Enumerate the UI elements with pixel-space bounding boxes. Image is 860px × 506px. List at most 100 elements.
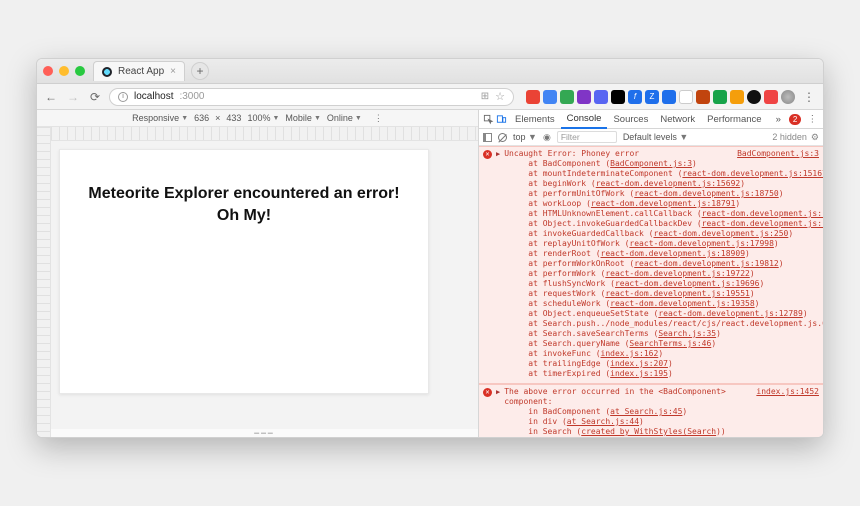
ext-icon[interactable] (662, 90, 676, 104)
stack-link[interactable]: react-dom.development.js:19358 (610, 299, 755, 308)
stack-link[interactable]: BadComponent.js:3 (610, 159, 692, 168)
profile-avatar[interactable] (781, 90, 795, 104)
ext-icon[interactable] (747, 90, 761, 104)
stack-link[interactable]: react-dom.development.js:18750 (634, 189, 779, 198)
ext-icon[interactable] (594, 90, 608, 104)
extension-icons: f Z (526, 90, 795, 104)
menu-icon[interactable]: ⋮ (801, 89, 817, 105)
back-button[interactable]: ← (43, 89, 59, 105)
live-expression-icon[interactable]: ◉ (543, 132, 551, 143)
stack-link[interactable]: react-dom.development.js:19722 (605, 269, 750, 278)
reload-button[interactable]: ⟳ (87, 89, 103, 105)
context-select[interactable]: top ▼ (513, 132, 537, 142)
stack-link[interactable]: react-dom.development.js:17998 (629, 239, 774, 248)
qr-icon[interactable]: ⊞ (481, 91, 489, 102)
tab-close-icon[interactable]: × (170, 66, 176, 77)
ext-icon[interactable] (526, 90, 540, 104)
devtools-tab-network[interactable]: Network (654, 110, 701, 129)
hidden-messages[interactable]: 2 hidden (772, 132, 807, 142)
resize-handle[interactable]: ━━━ (51, 429, 478, 437)
forward-button[interactable]: → (65, 89, 81, 105)
ext-icon[interactable] (679, 90, 693, 104)
stack-link[interactable]: react-dom.development.js:19812 (634, 259, 779, 268)
error-count-badge[interactable]: 2 (789, 114, 801, 125)
viewport-height[interactable]: 433 (226, 113, 241, 123)
tab-strip: React App × + (37, 59, 823, 84)
stack-link[interactable]: SearchTerms.js:46 (629, 339, 711, 348)
stack-link[interactable]: react-dom.development.js:196 (702, 219, 823, 228)
console-settings-icon[interactable]: ⚙ (811, 132, 819, 143)
stack-trace: in BadComponent (at Search.js:45) in div… (483, 407, 819, 437)
stack-link[interactable]: react-dom.development.js:19551 (605, 289, 750, 298)
zoom-window-button[interactable] (75, 66, 85, 76)
zoom-select[interactable]: 100%▼ (247, 113, 279, 123)
devtools-tab-console[interactable]: Console (561, 110, 608, 129)
react-favicon (102, 67, 112, 77)
stack-link[interactable]: at Search.js:45 (610, 407, 682, 416)
inspect-element-icon[interactable] (483, 114, 494, 125)
horizontal-ruler (51, 127, 478, 141)
stack-link[interactable]: react-dom.development.js:250 (654, 229, 789, 238)
stack-trace: at BadComponent (BadComponent.js:3) at m… (483, 159, 819, 379)
device-select[interactable]: Responsive▼ (132, 113, 188, 123)
bookmark-icon[interactable]: ☆ (495, 90, 505, 103)
stack-link[interactable]: react-dom.development.js:12789 (658, 309, 803, 318)
device-mode-panel: Responsive▼ 636 × 433 100%▼ Mobile▼ Onli… (37, 110, 479, 437)
stack-link[interactable]: react-dom.development.js:15167 (682, 169, 823, 178)
ext-icon[interactable] (543, 90, 557, 104)
devtools-more-tabs[interactable]: » (770, 110, 787, 129)
viewport-width[interactable]: 636 (194, 113, 209, 123)
stack-link[interactable]: react-dom.development.js:147 (702, 209, 823, 218)
ext-icon[interactable] (577, 90, 591, 104)
vertical-ruler (37, 127, 51, 437)
stack-link[interactable]: Search.js:35 (658, 329, 716, 338)
devtools-tab-sources[interactable]: Sources (607, 110, 654, 129)
stack-link[interactable]: index.js:195 (610, 369, 668, 378)
source-link[interactable]: index.js:1452 (756, 387, 819, 397)
log-levels-select[interactable]: Default levels ▼ (623, 132, 688, 142)
ext-icon[interactable] (560, 90, 574, 104)
devtools-close-icon[interactable]: × (823, 114, 824, 125)
devtools-tab-performance[interactable]: Performance (701, 110, 767, 129)
stack-link[interactable]: at Search.js:44 (567, 417, 639, 426)
device-options-icon[interactable]: ⋮ (374, 113, 383, 124)
ext-icon[interactable] (764, 90, 778, 104)
ext-icon[interactable]: Z (645, 90, 659, 104)
clear-console-icon[interactable] (498, 133, 507, 142)
expand-icon[interactable]: ▶ (496, 150, 500, 159)
console-output: ✕▶Uncaught Error: Phoney errorBadCompone… (479, 146, 823, 437)
browser-window: React App × + ← → ⟳ i localhost:3000 ⊞ ☆… (36, 58, 824, 438)
address-bar[interactable]: i localhost:3000 ⊞ ☆ (109, 88, 514, 106)
filter-input[interactable]: Filter (557, 131, 617, 143)
stack-link[interactable]: created by WithStyles(Search (581, 427, 716, 436)
error-title: Uncaught Error: Phoney error (504, 149, 639, 159)
stack-link[interactable]: index.js:207 (610, 359, 668, 368)
expand-icon[interactable]: ▶ (496, 388, 500, 397)
stack-link[interactable]: react-dom.development.js:15692 (596, 179, 741, 188)
stack-link[interactable]: react-dom.development.js:18909 (601, 249, 746, 258)
new-tab-button[interactable]: + (191, 62, 209, 80)
error-title: The above error occurred in the <BadComp… (504, 387, 752, 407)
ext-icon[interactable] (713, 90, 727, 104)
device-mode-icon[interactable] (496, 114, 507, 125)
browser-tab[interactable]: React App × (93, 61, 185, 81)
minimize-window-button[interactable] (59, 66, 69, 76)
source-link[interactable]: BadComponent.js:3 (737, 149, 819, 159)
error-icon: ✕ (483, 150, 492, 159)
devtools-menu-icon[interactable]: ⋮ (805, 114, 819, 125)
devtools-tabbar: ElementsConsoleSourcesNetworkPerformance… (479, 110, 823, 129)
site-info-icon[interactable]: i (118, 92, 128, 102)
ext-icon[interactable] (611, 90, 625, 104)
throttle-select[interactable]: Mobile▼ (285, 113, 320, 123)
devtools-tab-elements[interactable]: Elements (509, 110, 561, 129)
ext-icon[interactable] (696, 90, 710, 104)
device-toolbar: Responsive▼ 636 × 433 100%▼ Mobile▼ Onli… (37, 110, 478, 127)
network-select[interactable]: Online▼ (327, 113, 362, 123)
stack-link[interactable]: react-dom.development.js:18791 (591, 199, 736, 208)
stack-link[interactable]: react-dom.development.js:19696 (615, 279, 760, 288)
sidebar-toggle-icon[interactable] (483, 133, 492, 142)
close-window-button[interactable] (43, 66, 53, 76)
stack-link[interactable]: index.js:162 (601, 349, 659, 358)
ext-icon[interactable] (730, 90, 744, 104)
ext-icon[interactable]: f (628, 90, 642, 104)
